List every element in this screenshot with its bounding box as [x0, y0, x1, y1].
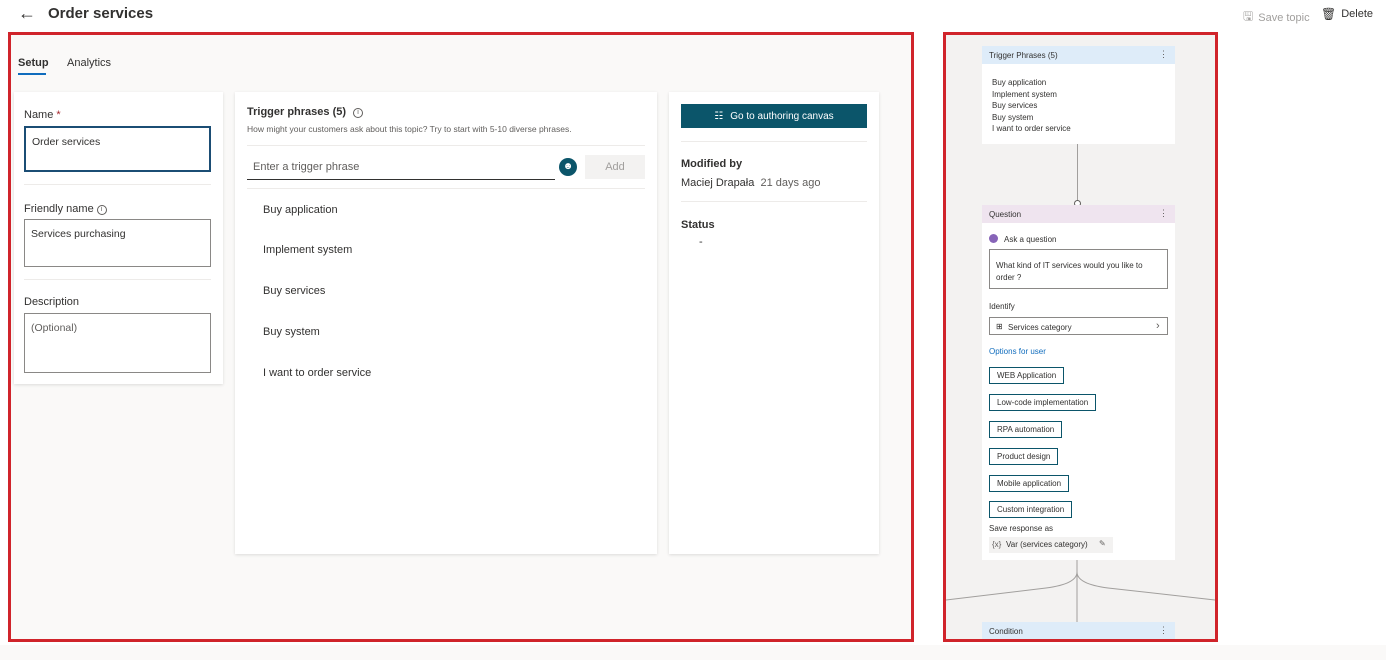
canvas-trigger-phrase: Buy services: [992, 101, 1038, 110]
pencil-icon[interactable]: ✎: [1099, 539, 1106, 548]
canvas-trigger-phrase: Buy application: [992, 78, 1047, 87]
friendly-name-input[interactable]: Services purchasing: [24, 219, 211, 267]
trigger-phrase-item[interactable]: Buy system: [263, 326, 320, 338]
node-title: Condition: [989, 627, 1023, 636]
option-button[interactable]: WEB Application: [989, 367, 1065, 384]
canvas-trigger-phrase: Implement system: [992, 90, 1057, 99]
description-input[interactable]: (Optional): [24, 313, 211, 373]
save-topic-button[interactable]: 🖫 Save topic: [1243, 7, 1310, 28]
node-header: Condition ⋮: [982, 622, 1175, 639]
delete-button[interactable]: 🗑 Delete: [1321, 7, 1373, 21]
page-header: ← Order services 🖫 Save topic 🗑 Delete: [0, 0, 1386, 30]
name-label: Name *: [24, 109, 61, 121]
active-tab-indicator: [18, 73, 46, 75]
node-title: Trigger Phrases (5): [989, 51, 1058, 60]
option-button[interactable]: RPA automation: [989, 421, 1063, 438]
variable-chip[interactable]: {x} Var (services category) ✎: [989, 537, 1113, 553]
trigger-phrases-title: Trigger phrases (5) i: [247, 106, 364, 118]
condition-node[interactable]: Condition ⋮: [982, 622, 1175, 639]
entity-selector[interactable]: ⊞ Services category ›: [989, 317, 1168, 335]
question-icon: [989, 234, 998, 243]
entity-label: Services category: [1008, 323, 1072, 332]
node-title: Question: [989, 210, 1022, 219]
trash-icon: 🗑: [1321, 7, 1337, 21]
tab-setup[interactable]: Setup: [18, 57, 49, 69]
status-value: -: [699, 236, 703, 248]
option-button[interactable]: Product design: [989, 448, 1059, 465]
save-topic-label: Save topic: [1258, 11, 1310, 24]
divider: [681, 201, 867, 202]
info-icon[interactable]: i: [96, 205, 107, 215]
modified-user: Maciej Drapała: [681, 177, 755, 189]
connector-line: [1077, 144, 1078, 204]
delete-label: Delete: [1341, 8, 1374, 20]
info-icon[interactable]: i: [353, 108, 364, 118]
option-button[interactable]: Low-code implementation: [989, 394, 1097, 411]
divider: [247, 145, 645, 146]
person-icon[interactable]: ☻: [559, 158, 577, 176]
trigger-phrase-item[interactable]: Implement system: [263, 244, 352, 256]
divider: [24, 184, 211, 185]
bottom-strip: [0, 645, 1386, 660]
chevron-right-icon: ›: [1156, 320, 1160, 332]
description-label: Description: [24, 296, 80, 308]
divider: [681, 141, 867, 142]
tab-analytics[interactable]: Analytics: [67, 57, 111, 69]
page-title: Order services: [48, 5, 154, 22]
name-label-text: Name: [24, 109, 54, 121]
divider: [24, 279, 211, 280]
required-marker: *: [56, 109, 61, 121]
more-options-icon[interactable]: ⋮: [1159, 625, 1168, 636]
grid-icon: ⊞: [996, 322, 1003, 331]
options-label: Options for user: [989, 347, 1046, 356]
variable-icon: {x}: [992, 540, 1002, 549]
modified-time: 21 days ago: [760, 177, 821, 189]
friendly-name-label-text: Friendly name: [24, 203, 94, 215]
status-label: Status: [681, 219, 715, 231]
back-arrow-icon[interactable]: ←: [18, 3, 36, 24]
canvas-trigger-phrase: I want to order service: [992, 124, 1071, 133]
trigger-phrases-hint: How might your customers ask about this …: [247, 124, 572, 134]
variable-label: Var (services category): [1006, 540, 1088, 549]
flow-diagram-icon: ☷: [714, 110, 724, 122]
trigger-phrases-title-text: Trigger phrases (5): [247, 106, 347, 118]
node-header: Question ⋮: [982, 205, 1175, 223]
divider: [247, 188, 645, 189]
friendly-name-label: Friendly name i: [24, 203, 107, 215]
name-input[interactable]: Order services: [24, 126, 211, 172]
more-options-icon[interactable]: ⋮: [1159, 208, 1168, 219]
option-button[interactable]: Custom integration: [989, 501, 1073, 518]
node-header: Trigger Phrases (5) ⋮: [982, 46, 1175, 64]
trigger-phrase-item[interactable]: Buy services: [263, 285, 325, 297]
ask-question-label: Ask a question: [1004, 235, 1057, 244]
identify-label: Identify: [989, 302, 1015, 311]
go-to-canvas-label: Go to authoring canvas: [730, 110, 834, 122]
modified-by-label: Modified by: [681, 158, 743, 170]
trigger-phrase-item[interactable]: I want to order service: [263, 367, 371, 379]
modified-by-value: Maciej Drapała 21 days ago: [681, 177, 820, 189]
trigger-phrase-input[interactable]: Enter a trigger phrase: [247, 154, 555, 180]
save-icon: 🖫: [1243, 9, 1254, 23]
trigger-phrase-item[interactable]: Buy application: [263, 204, 338, 216]
go-to-canvas-button[interactable]: ☷ Go to authoring canvas: [681, 104, 867, 128]
canvas-trigger-phrase: Buy system: [992, 113, 1034, 122]
save-response-label: Save response as: [989, 524, 1054, 533]
add-phrase-button[interactable]: Add: [585, 155, 645, 179]
option-button[interactable]: Mobile application: [989, 475, 1070, 492]
question-text-input[interactable]: What kind of IT services would you like …: [989, 249, 1168, 289]
more-options-icon[interactable]: ⋮: [1159, 49, 1168, 60]
